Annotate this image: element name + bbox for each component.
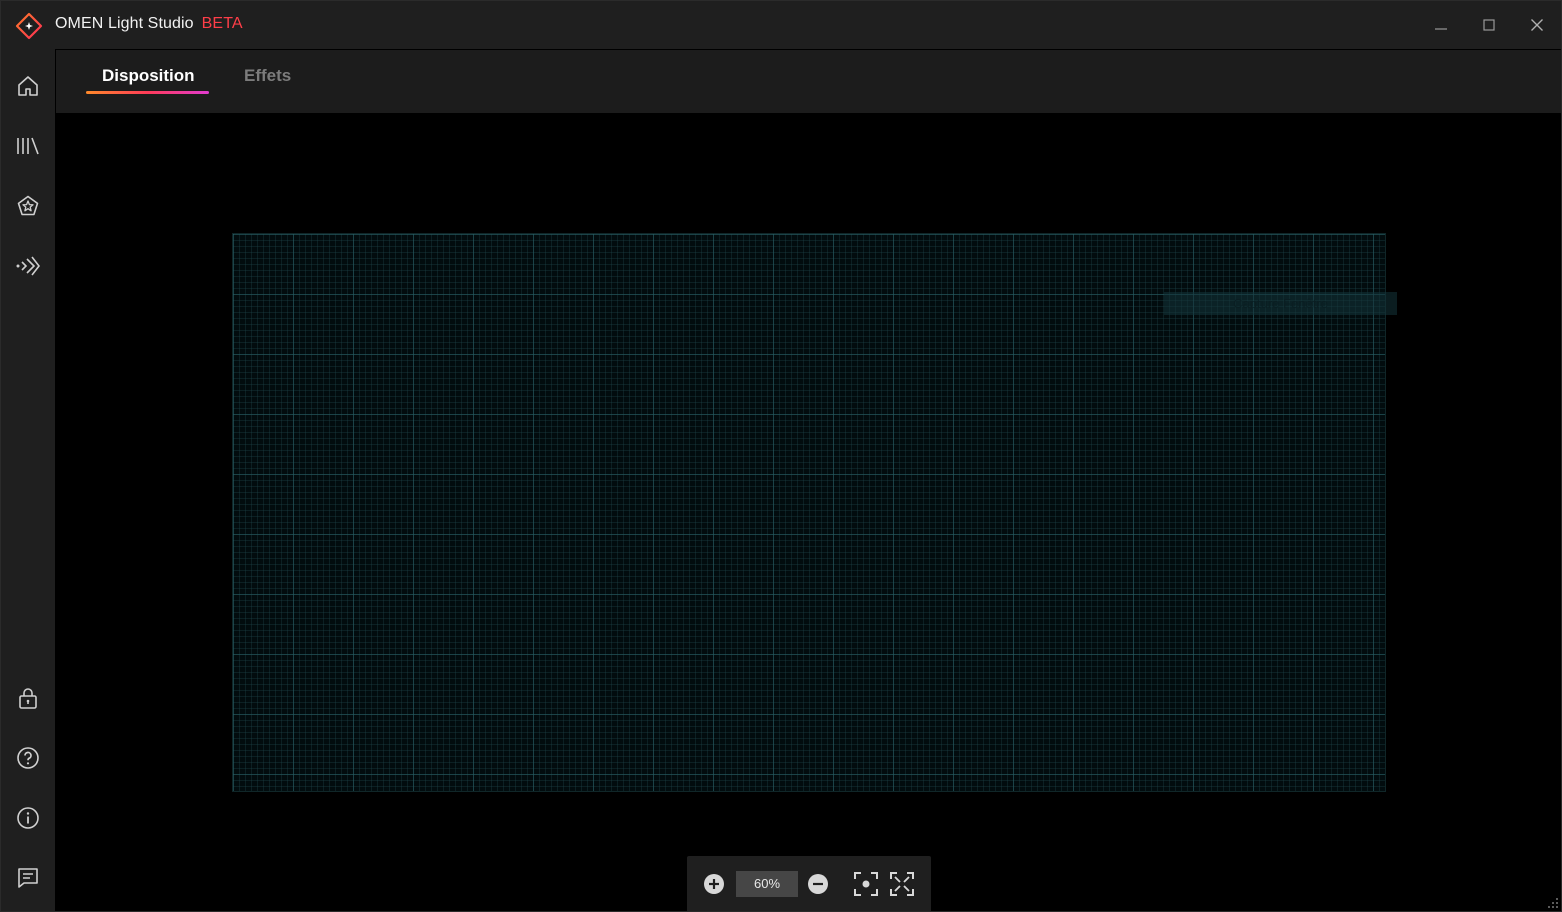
broadcast-arrow-icon <box>16 256 41 276</box>
fit-to-screen-icon <box>854 872 878 896</box>
close-button[interactable] <box>1513 1 1561 49</box>
sidebar-item-info[interactable] <box>1 791 55 845</box>
sidebar-item-feedback[interactable] <box>1 851 55 905</box>
omen-diamond-logo-icon <box>15 12 43 40</box>
tab-effets[interactable]: Effets <box>228 50 308 113</box>
fullscreen-icon <box>890 872 914 896</box>
minimize-button[interactable] <box>1417 1 1465 49</box>
window-capture-zone[interactable]: Capture Fenêtre <box>1164 292 1397 315</box>
layout-grid[interactable] <box>232 233 1386 792</box>
layout-canvas[interactable]: Capture Fenêtre 60% <box>56 113 1561 911</box>
pentagon-star-icon <box>17 195 39 216</box>
minimize-icon <box>1435 28 1447 30</box>
maximize-icon <box>1483 19 1495 31</box>
beta-badge: BETA <box>201 15 243 32</box>
zoom-out-icon <box>808 874 828 894</box>
home-icon <box>18 76 38 96</box>
sidebar-item-sync[interactable] <box>1 239 55 293</box>
sidebar-item-lock[interactable] <box>1 671 55 725</box>
sidebar-item-help[interactable] <box>1 731 55 785</box>
app-title-text: OMEN Light Studio <box>55 15 194 32</box>
app-title: OMEN Light Studio BETA <box>55 15 243 33</box>
lock-icon <box>19 688 37 709</box>
sidebar <box>1 49 55 911</box>
help-icon <box>17 747 39 769</box>
sidebar-item-library[interactable] <box>1 119 55 173</box>
tab-disposition[interactable]: Disposition <box>86 50 209 113</box>
feedback-icon <box>18 868 38 888</box>
zoom-in-button[interactable] <box>699 869 729 899</box>
resize-grip-icon[interactable] <box>1547 897 1559 909</box>
tab-effets-label: Effets <box>244 66 292 85</box>
info-icon <box>17 807 39 829</box>
tab-disposition-label: Disposition <box>102 66 195 85</box>
zoom-level-value[interactable]: 60% <box>736 871 798 897</box>
app-window: OMEN Light Studio BETA Disposition Effet… <box>0 0 1562 912</box>
close-icon <box>1531 19 1543 31</box>
sidebar-item-home[interactable] <box>1 59 55 113</box>
zoom-in-icon <box>704 874 724 894</box>
fullscreen-button[interactable] <box>887 869 917 899</box>
title-bar[interactable]: OMEN Light Studio BETA <box>1 1 1561 49</box>
fit-to-screen-button[interactable] <box>851 869 881 899</box>
library-icon <box>17 137 39 155</box>
active-tab-indicator <box>86 91 209 94</box>
zoom-out-button[interactable] <box>803 869 833 899</box>
tab-bar: Disposition Effets <box>56 50 1561 113</box>
maximize-button[interactable] <box>1465 1 1513 49</box>
sidebar-item-effects-gallery[interactable] <box>1 179 55 233</box>
zoom-toolbar: 60% <box>687 856 931 911</box>
